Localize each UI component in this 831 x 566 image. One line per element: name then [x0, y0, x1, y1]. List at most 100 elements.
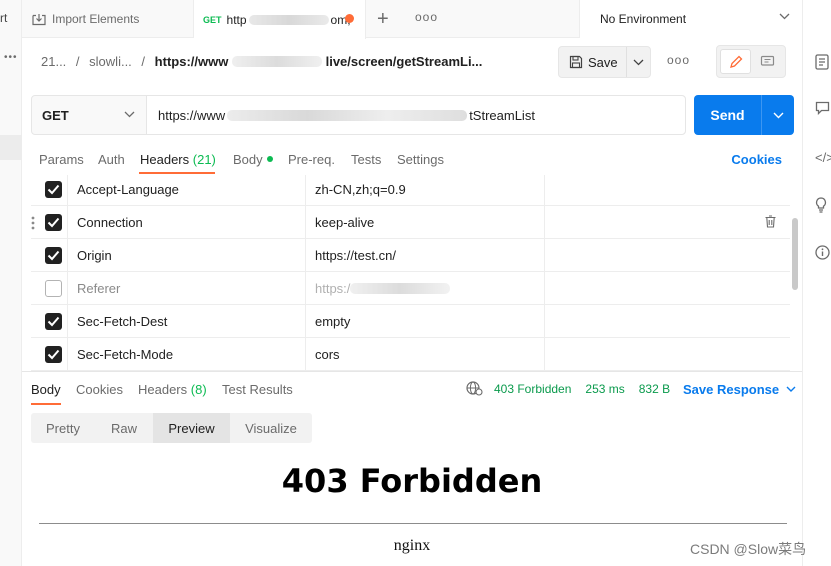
header-value-cell[interactable]: https:/ — [306, 272, 545, 305]
sidebar-selected-item[interactable] — [0, 135, 22, 160]
header-enable-checkbox[interactable] — [45, 280, 62, 297]
tab-import-elements[interactable]: Import Elements — [22, 0, 194, 38]
header-key-cell[interactable]: Sec-Fetch-Mode — [68, 338, 306, 371]
method-selector[interactable]: GET — [32, 96, 147, 134]
response-tab-body[interactable]: Body — [31, 382, 61, 397]
table-row: Referer https:/ — [31, 272, 790, 305]
url-suffix: tStreamList — [469, 107, 535, 123]
chevron-down-icon — [779, 386, 796, 393]
view-preview[interactable]: Preview — [153, 413, 230, 443]
save-options-button[interactable] — [627, 47, 650, 77]
response-tab-cookies[interactable]: Cookies — [76, 382, 123, 397]
save-button[interactable]: Save — [559, 47, 627, 77]
save-response-button[interactable]: Save Response — [683, 382, 796, 397]
header-key-cell[interactable]: Accept-Language — [68, 175, 306, 206]
save-label: Save — [588, 54, 618, 70]
view-pretty[interactable]: Pretty — [31, 413, 95, 443]
edit-mode-button[interactable] — [720, 49, 751, 74]
tab-tests[interactable]: Tests — [351, 152, 381, 167]
tab-request[interactable]: GET http om, — [194, 0, 366, 39]
comment-icon — [760, 55, 775, 68]
code-icon[interactable]: </> — [815, 150, 831, 165]
breadcrumb-row: 21... / slowli... / https://www live/scr… — [22, 38, 802, 86]
environment-selector[interactable]: No Environment — [579, 0, 802, 38]
breadcrumb-folder[interactable]: slowli... — [89, 54, 132, 69]
send-options-button[interactable] — [762, 95, 794, 135]
redacted-area — [350, 283, 451, 294]
breadcrumb-collection[interactable]: 21... — [41, 54, 66, 69]
active-tab-indicator — [139, 172, 215, 174]
tab-auth[interactable]: Auth — [98, 152, 125, 167]
status-badge[interactable]: 403 Forbidden — [494, 382, 571, 396]
left-sidebar: rt ••• — [0, 0, 22, 566]
url-input[interactable]: https://www tStreamList — [147, 96, 685, 134]
header-value-cell[interactable]: cors — [306, 338, 545, 371]
sidebar-cut-label[interactable]: rt — [0, 11, 7, 25]
header-enable-checkbox[interactable] — [45, 346, 62, 363]
tab-params[interactable]: Params — [39, 152, 84, 167]
environment-label: No Environment — [600, 12, 687, 26]
header-enable-checkbox[interactable] — [45, 214, 62, 231]
breadcrumb-separator: / — [75, 54, 80, 69]
view-raw[interactable]: Raw — [95, 413, 153, 443]
table-row: Sec-Fetch-Mode cors — [31, 338, 790, 371]
tab-headers-label: Headers — [140, 152, 190, 167]
response-tab-test-results[interactable]: Test Results — [222, 382, 293, 397]
response-tab-headers[interactable]: Headers (8) — [138, 382, 207, 397]
chevron-down-icon — [773, 112, 784, 119]
redacted-area — [231, 56, 322, 67]
response-size[interactable]: 832 B — [639, 382, 670, 396]
header-value-cell[interactable]: zh-CN,zh;q=0.9 — [306, 175, 545, 206]
info-icon[interactable] — [815, 245, 830, 260]
tab-prereq[interactable]: Pre-req. — [288, 152, 335, 167]
header-enable-checkbox[interactable] — [45, 247, 62, 264]
send-button[interactable]: Send — [694, 95, 762, 135]
view-visualize[interactable]: Visualize — [230, 413, 312, 443]
pencil-icon — [729, 55, 743, 69]
redacted-area — [227, 109, 468, 121]
preview-divider — [39, 523, 787, 524]
table-row: Accept-Language zh-CN,zh;q=0.9 — [31, 175, 790, 206]
watermark: CSDN @Slow菜鸟 — [690, 541, 807, 557]
header-key-cell[interactable]: Connection — [68, 206, 306, 239]
right-sidebar: </> — [802, 0, 831, 566]
header-key-cell[interactable]: Origin — [68, 239, 306, 272]
breadcrumb-request-suffix[interactable]: live/screen/getStreamLi... — [326, 54, 483, 69]
header-enable-checkbox[interactable] — [45, 313, 62, 330]
comment-mode-button[interactable] — [753, 49, 782, 74]
documentation-icon[interactable] — [815, 54, 829, 70]
import-icon — [32, 13, 46, 26]
globe-icon[interactable] — [466, 381, 483, 396]
header-key-cell[interactable]: Referer — [68, 272, 306, 305]
header-value-text: https:/ — [315, 281, 351, 296]
header-enable-checkbox[interactable] — [45, 181, 62, 198]
drag-handle-icon[interactable] — [31, 216, 35, 230]
header-value-cell[interactable]: https://test.cn/ — [306, 239, 545, 272]
tabs-more-button[interactable]: ooo — [415, 10, 438, 24]
lightbulb-icon[interactable] — [815, 197, 827, 213]
tab-settings[interactable]: Settings — [397, 152, 444, 167]
breadcrumb-request-prefix[interactable]: https://www — [155, 54, 229, 69]
tab-headers[interactable]: Headers (21) — [140, 152, 216, 167]
request-more-button[interactable]: ooo — [667, 53, 690, 67]
comments-icon[interactable] — [815, 101, 830, 115]
cookies-link[interactable]: Cookies — [731, 152, 782, 167]
header-value-cell[interactable]: keep-alive — [306, 206, 545, 239]
send-button-group: Send — [694, 95, 794, 135]
save-response-label: Save Response — [683, 382, 780, 397]
save-button-group: Save — [558, 46, 651, 78]
mode-toggle — [716, 45, 786, 78]
method-label: GET — [42, 107, 69, 123]
header-key-cell[interactable]: Sec-Fetch-Dest — [68, 305, 306, 338]
sidebar-more-icon[interactable]: ••• — [4, 52, 18, 63]
breadcrumb-separator: / — [141, 54, 146, 69]
trash-icon[interactable] — [765, 215, 776, 228]
header-value-cell[interactable]: empty — [306, 305, 545, 338]
tab-body[interactable]: Body — [233, 152, 273, 167]
headers-scrollbar[interactable] — [792, 218, 798, 290]
response-tabs: Body Cookies Headers (8) Test Results 40… — [31, 372, 796, 406]
new-tab-plus-icon[interactable]: + — [377, 8, 389, 31]
response-time[interactable]: 253 ms — [585, 382, 624, 396]
response-tab-headers-count: (8) — [190, 382, 207, 397]
breadcrumb: 21... / slowli... / https://www live/scr… — [41, 54, 482, 69]
